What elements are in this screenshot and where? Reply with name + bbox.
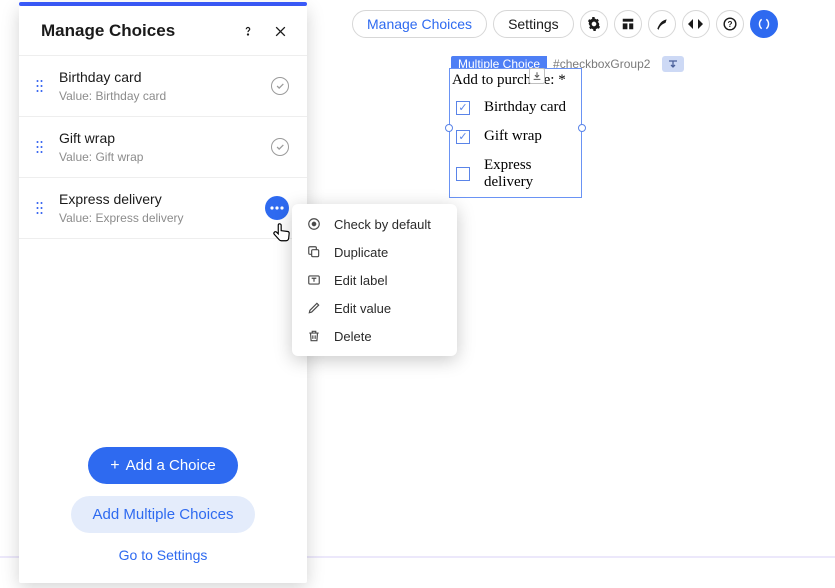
plus-icon: + <box>110 458 119 474</box>
drag-handle-icon[interactable] <box>33 141 45 153</box>
radio-check-icon <box>306 216 322 232</box>
panel-header: Manage Choices <box>19 6 307 56</box>
selection-handle-left[interactable] <box>445 124 453 132</box>
pencil-icon <box>306 300 322 316</box>
checkbox-option[interactable]: ✓ Gift wrap <box>450 122 581 151</box>
choice-value: Value: Express delivery <box>59 211 265 225</box>
context-label: Duplicate <box>334 245 388 260</box>
context-label: Delete <box>334 329 372 344</box>
help-icon[interactable] <box>239 22 257 40</box>
settings-tab[interactable]: Settings <box>493 10 574 38</box>
checkbox-icon: ✓ <box>456 101 470 115</box>
more-actions-button[interactable] <box>265 196 289 220</box>
panel-footer: + Add a Choice Add Multiple Choices Go t… <box>19 447 307 583</box>
option-label: Gift wrap <box>484 128 542 145</box>
choice-row[interactable]: Express delivery Value: Express delivery <box>19 178 307 239</box>
option-label: Birthday card <box>484 99 566 116</box>
svg-text:?: ? <box>727 20 732 29</box>
layout-icon[interactable] <box>614 10 642 38</box>
duplicate-icon <box>306 244 322 260</box>
context-edit-label[interactable]: Edit label <box>292 266 457 294</box>
help-icon[interactable]: ? <box>716 10 744 38</box>
checkbox-group-widget[interactable]: Add to purchase: * ✓ Birthday card ✓ Gif… <box>449 68 582 198</box>
context-label: Check by default <box>334 217 431 232</box>
option-label: Express delivery <box>484 157 575 191</box>
context-check-by-default[interactable]: Check by default <box>292 210 457 238</box>
drag-handle-icon[interactable] <box>33 202 45 214</box>
text-icon <box>306 272 322 288</box>
stretch-icon[interactable] <box>682 10 710 38</box>
choice-row[interactable]: Gift wrap Value: Gift wrap <box>19 117 307 178</box>
checkbox-option[interactable]: ✓ Birthday card <box>450 93 581 122</box>
selection-handle-right[interactable] <box>578 124 586 132</box>
animation-icon[interactable] <box>648 10 676 38</box>
context-edit-value[interactable]: Edit value <box>292 294 457 322</box>
choice-label: Express delivery <box>59 191 265 207</box>
manage-choices-panel: Manage Choices Birthday card Value: Birt… <box>19 6 307 583</box>
choice-value: Value: Birthday card <box>59 89 271 103</box>
choice-list: Birthday card Value: Birthday card Gift … <box>19 56 307 239</box>
drag-handle-icon[interactable] <box>33 80 45 92</box>
close-icon[interactable] <box>271 22 289 40</box>
dev-mode-icon[interactable] <box>750 10 778 38</box>
panel-title: Manage Choices <box>41 21 225 41</box>
choice-context-menu: Check by default Duplicate Edit label Ed… <box>292 204 457 356</box>
choice-label: Gift wrap <box>59 130 271 146</box>
add-multiple-choices-button[interactable]: Add Multiple Choices <box>71 496 256 533</box>
design-icon[interactable] <box>580 10 608 38</box>
add-choice-button[interactable]: + Add a Choice <box>88 447 237 484</box>
add-choice-label: Add a Choice <box>126 457 216 474</box>
context-delete[interactable]: Delete <box>292 322 457 350</box>
context-label: Edit value <box>334 301 391 316</box>
trash-icon <box>306 328 322 344</box>
checkbox-icon: ✓ <box>456 130 470 144</box>
go-to-settings-link[interactable]: Go to Settings <box>119 547 208 563</box>
element-toolbar: Manage Choices Settings ? <box>352 10 778 38</box>
element-collapse-icon[interactable] <box>662 56 684 72</box>
choice-label: Birthday card <box>59 69 271 85</box>
anchor-download-icon[interactable] <box>529 68 545 84</box>
context-duplicate[interactable]: Duplicate <box>292 238 457 266</box>
checkbox-group-title: Add to purchase: * <box>450 69 581 93</box>
checked-default-icon[interactable] <box>271 138 289 156</box>
checkbox-option[interactable]: Express delivery <box>450 151 581 197</box>
checkbox-icon <box>456 167 470 181</box>
context-label: Edit label <box>334 273 387 288</box>
choice-row[interactable]: Birthday card Value: Birthday card <box>19 56 307 117</box>
checked-default-icon[interactable] <box>271 77 289 95</box>
manage-choices-tab[interactable]: Manage Choices <box>352 10 487 38</box>
choice-value: Value: Gift wrap <box>59 150 271 164</box>
